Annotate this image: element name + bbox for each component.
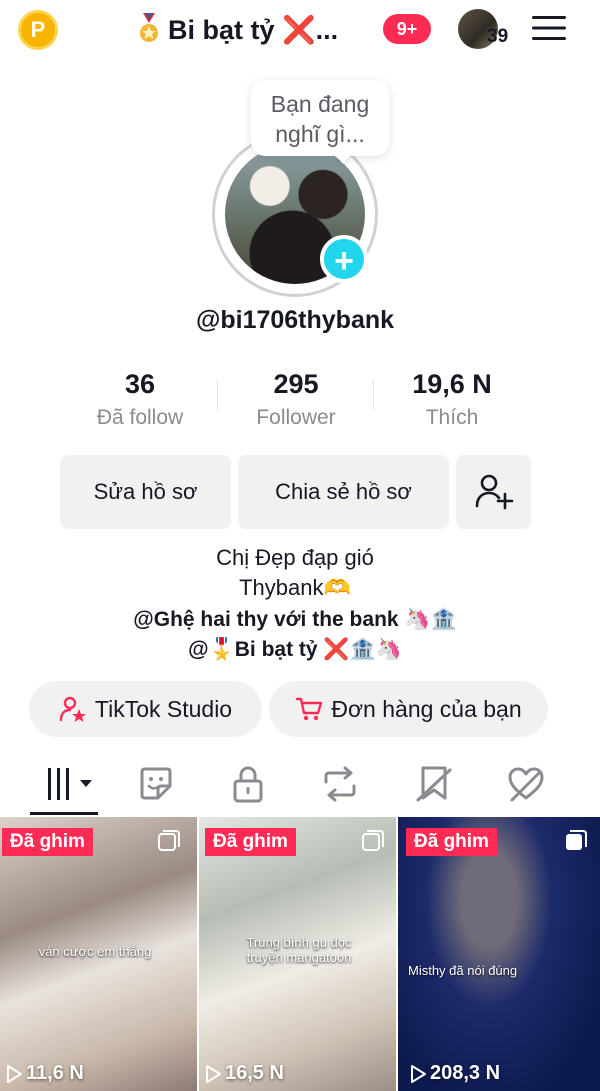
- play-icon: [7, 1064, 22, 1083]
- stat-value: 36: [124, 369, 156, 399]
- stat-following[interactable]: 36 Đã follow: [60, 368, 220, 430]
- add-friend-button[interactable]: [456, 455, 531, 529]
- stat-followers[interactable]: 295 Follower: [216, 368, 376, 430]
- lock-tab-icon[interactable]: [228, 764, 268, 804]
- coin-icon[interactable]: P: [18, 10, 58, 50]
- bubble-tail: [333, 152, 353, 164]
- bio-line: Thybank🫶: [239, 575, 351, 600]
- status-bubble[interactable]: Bạn đang nghĩ gì...: [251, 80, 389, 156]
- pinned-badge: Đã ghim: [2, 828, 93, 856]
- pinned-badge: Đã ghim: [406, 828, 497, 856]
- video-tile[interactable]: Đã ghim ván cược em thắng 11,6 N: [0, 817, 197, 1091]
- studio-label: TikTok Studio: [94, 695, 233, 722]
- tiktok-studio-button[interactable]: TikTok Studio: [29, 681, 262, 737]
- bubble-text-line2: nghĩ gì...: [275, 121, 365, 147]
- share-profile-button[interactable]: Chia sẻ hồ sơ: [238, 455, 449, 529]
- content-tabs: [0, 752, 600, 816]
- video-caption: Trung bình gu đọc truyện mangatoon: [246, 935, 352, 965]
- orders-label: Đơn hàng của bạn: [331, 695, 522, 722]
- video-tile[interactable]: Đã ghim Trung bình gu đọc truyện mangato…: [199, 817, 396, 1091]
- add-avatar-button[interactable]: +: [320, 235, 368, 283]
- sticker-tab-icon[interactable]: [136, 764, 176, 804]
- stat-label: Thích: [425, 406, 479, 429]
- username: @bi1706thybank: [195, 306, 395, 334]
- active-tab-indicator: [30, 812, 98, 815]
- bio-mention[interactable]: @Ghệ hai thy với the bank 🦄🏦: [0, 605, 590, 635]
- view-count: 11,6 N: [6, 1062, 84, 1085]
- view-count-value: 16,5 N: [225, 1062, 284, 1084]
- cart-icon: [296, 697, 323, 721]
- friends-count: 39: [487, 26, 509, 47]
- repost-tab-icon[interactable]: [320, 764, 360, 804]
- stat-label: Đã follow: [96, 406, 184, 429]
- stat-value: 19,6 N: [412, 369, 492, 399]
- multi-photo-icon: [566, 830, 587, 850]
- bio-mention[interactable]: @🎖️Bi bạt tỷ ❌🏦🦄: [0, 635, 590, 665]
- notification-badge[interactable]: 9+: [383, 14, 431, 44]
- video-grid: Đã ghim ván cược em thắng 11,6 N Đã ghim…: [0, 817, 600, 1091]
- view-count: 208,3 N: [410, 1062, 500, 1085]
- video-caption: ván cược em thắng: [38, 944, 152, 959]
- stat-likes[interactable]: 19,6 N Thích: [372, 368, 532, 430]
- medal-icon: [140, 13, 158, 42]
- stat-value: 295: [273, 369, 319, 399]
- bio-line: Chị Đẹp đạp gió: [216, 545, 374, 570]
- account-switcher[interactable]: Bi bạt tỷ ❌...: [136, 10, 338, 50]
- add-user-icon: [475, 474, 513, 510]
- play-icon: [206, 1064, 221, 1083]
- orders-button[interactable]: Đơn hàng của bạn: [269, 681, 548, 737]
- stat-label: Follower: [256, 406, 336, 429]
- view-count-value: 11,6 N: [26, 1062, 84, 1084]
- play-icon: [411, 1064, 426, 1083]
- view-count-value: 208,3 N: [430, 1062, 501, 1084]
- bubble-text-line1: Bạn đang: [270, 91, 370, 117]
- view-count: 16,5 N: [205, 1062, 284, 1085]
- video-tile[interactable]: Đã ghim Misthy đã nói đúng 208,3 N: [398, 817, 600, 1091]
- multi-photo-icon: [158, 830, 180, 851]
- favorites-tab-icon[interactable]: [414, 764, 454, 804]
- top-bar: P Bi bạt tỷ ❌... 9+ 39: [0, 0, 600, 64]
- multi-photo-icon: [362, 830, 384, 851]
- liked-tab-icon[interactable]: [506, 764, 546, 804]
- person-star-icon: [59, 696, 86, 722]
- edit-profile-button[interactable]: Sửa hồ sơ: [60, 455, 231, 529]
- video-caption: Misthy đã nói đúng: [408, 963, 518, 978]
- grid-tab-icon[interactable]: [42, 764, 98, 804]
- pinned-badge: Đã ghim: [205, 828, 296, 856]
- account-title: Bi bạt tỷ ❌...: [168, 15, 339, 45]
- menu-icon[interactable]: [532, 14, 566, 42]
